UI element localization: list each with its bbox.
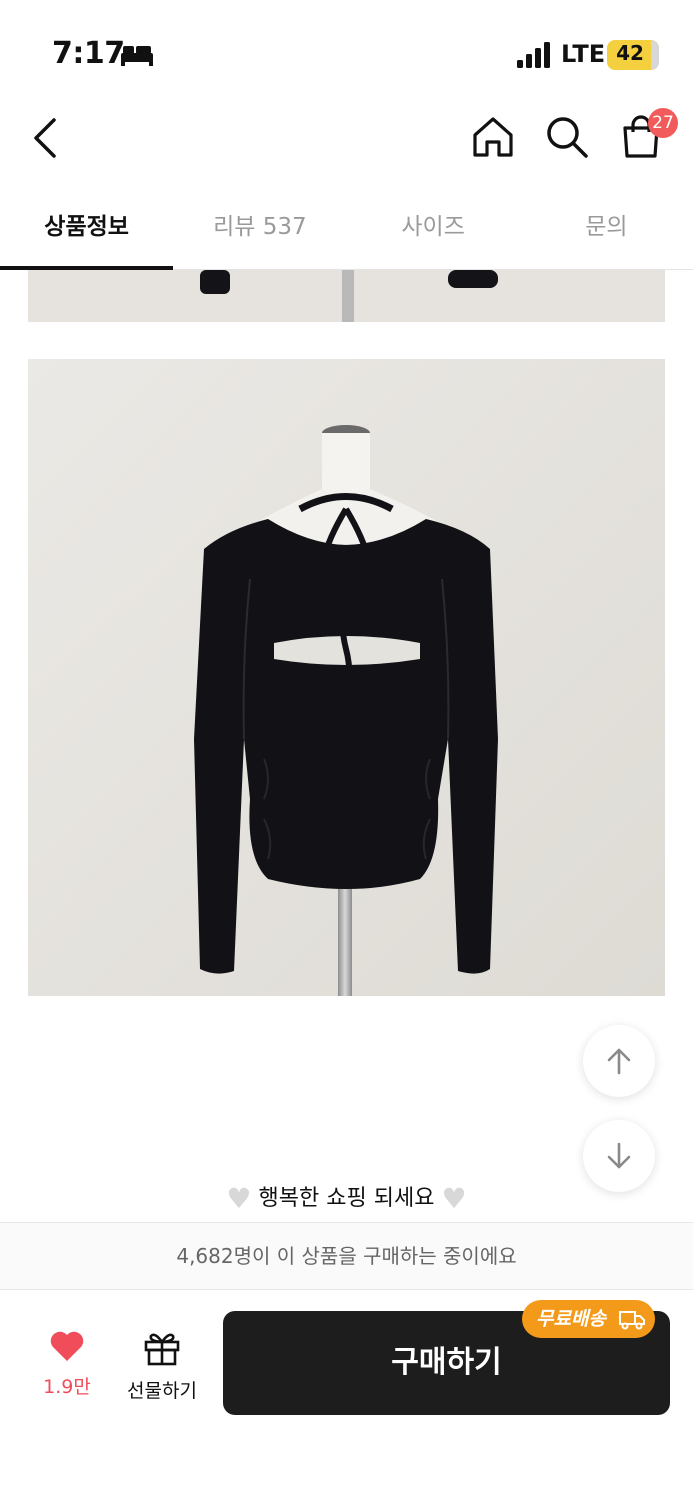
- cart-count-badge: 27: [648, 108, 678, 138]
- status-bar: 7:17 LTE 42: [0, 0, 693, 100]
- gift-icon: [144, 1333, 180, 1366]
- battery-indicator: 42: [607, 40, 659, 70]
- bed-icon: [121, 46, 153, 66]
- network-type: LTE: [561, 40, 606, 68]
- status-time: 7:17: [52, 36, 125, 71]
- tab-inquiry[interactable]: 문의: [520, 190, 693, 269]
- arrow-up-icon: [607, 1048, 631, 1075]
- battery-level: 42: [616, 41, 644, 65]
- signal-icon: [517, 42, 550, 68]
- back-icon[interactable]: [28, 114, 64, 162]
- product-image-partial: [28, 270, 665, 322]
- white-heart-icon: ♥: [226, 1182, 252, 1215]
- tab-reviews[interactable]: 리뷰 537: [173, 190, 346, 269]
- free-shipping-badge: 무료배송: [522, 1300, 655, 1338]
- product-photo-partial: [28, 270, 665, 322]
- tab-size[interactable]: 사이즈: [347, 190, 520, 269]
- product-image: [28, 359, 665, 996]
- white-heart-icon: ♥: [441, 1182, 467, 1215]
- closing-message: ♥ 행복한 쇼핑 되세요 ♥: [0, 1180, 693, 1215]
- scroll-up-button[interactable]: [583, 1025, 655, 1097]
- buyers-notice: 4,682명이 이 상품을 구매하는 중이에요: [0, 1222, 693, 1290]
- tab-product-info[interactable]: 상품정보: [0, 190, 174, 270]
- like-count: 1.9만: [43, 1376, 91, 1398]
- like-button[interactable]: 1.9만: [32, 1330, 102, 1399]
- gift-label: 선물하기: [127, 1380, 197, 1402]
- home-icon[interactable]: [470, 114, 516, 160]
- truck-icon: [619, 1311, 645, 1330]
- arrow-down-icon: [607, 1142, 631, 1169]
- product-photo: [28, 359, 665, 996]
- product-tabs: 상품정보 리뷰 537 사이즈 문의: [0, 190, 693, 270]
- closing-message-text: 행복한 쇼핑 되세요: [258, 1186, 435, 1211]
- search-icon[interactable]: [544, 114, 590, 160]
- heart-icon: [50, 1331, 84, 1361]
- gift-button[interactable]: 선물하기: [116, 1330, 208, 1403]
- free-shipping-label: 무료배송: [536, 1308, 606, 1330]
